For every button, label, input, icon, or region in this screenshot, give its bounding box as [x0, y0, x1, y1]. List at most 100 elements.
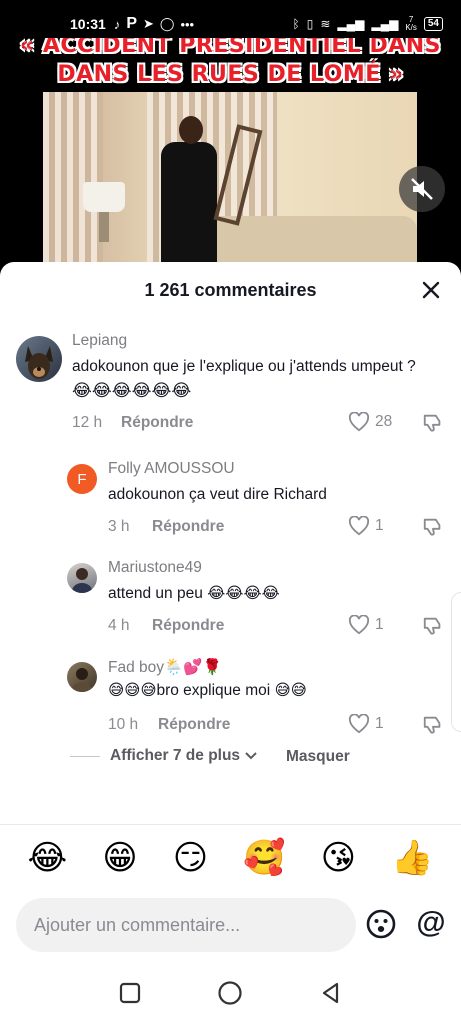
like-button[interactable]: 1: [348, 615, 384, 635]
emoji-picker-button[interactable]: [365, 908, 399, 942]
divider: [0, 824, 461, 825]
like-button[interactable]: 28: [348, 412, 392, 432]
close-icon: [422, 281, 440, 299]
like-count: 1: [375, 517, 384, 534]
thumbs-down-icon: [423, 414, 441, 432]
heart-icon: [348, 516, 370, 536]
comment-text: adokounon ça veut dire Richard: [108, 486, 327, 503]
comment-username[interactable]: Mariustone49: [108, 559, 202, 577]
video-caption: DANS LES RUES DE LOMÉ »: [57, 62, 404, 87]
recent-apps-button[interactable]: [114, 977, 146, 1009]
comment-time: 3 h: [108, 518, 130, 535]
like-button[interactable]: 1: [348, 516, 384, 536]
dog-avatar-icon: [25, 346, 53, 379]
comment-input[interactable]: [16, 898, 356, 952]
dislike-button[interactable]: [422, 412, 446, 436]
notification-icons: ♪ P ➤ ◯ •••: [114, 15, 194, 33]
comment-text: adokounon que je l'explique ou j'attends…: [72, 358, 416, 375]
home-button[interactable]: [214, 977, 246, 1009]
p-app-icon: P: [126, 15, 137, 32]
video-frame: [43, 92, 417, 278]
dislike-button[interactable]: [422, 615, 446, 639]
dislike-button[interactable]: [422, 516, 446, 540]
comment-username[interactable]: Lepiang: [72, 332, 127, 350]
quick-emoji-bar: 😂 😁 😏 🥰 😘 👍: [0, 838, 461, 878]
person-avatar-icon: [72, 668, 92, 692]
video-player[interactable]: « ACCIDENT PRÉSIDENTIEL DANS DANS LES RU…: [0, 38, 461, 278]
emoji-button[interactable]: 😏: [173, 838, 208, 878]
comment-text: attend un peu 😂😂😂😂: [108, 585, 280, 602]
person: [161, 142, 217, 278]
close-button[interactable]: [417, 276, 445, 304]
system-navigation-bar: [0, 962, 461, 1024]
person-head: [179, 116, 203, 144]
reply-button[interactable]: Répondre: [152, 617, 224, 635]
comment-time: 12 h: [72, 414, 103, 431]
back-button[interactable]: [315, 977, 347, 1009]
comment-emojis: 😂😂😂😂😂😂: [72, 381, 192, 400]
thumbs-down-icon: [423, 518, 441, 536]
reply-button[interactable]: Répondre: [152, 518, 224, 536]
curtain: [43, 92, 103, 262]
reply-button[interactable]: Répondre: [121, 414, 193, 432]
video-caption-top: « ACCIDENT PRÉSIDENTIEL DANS: [19, 38, 441, 54]
emoji-face-icon: [366, 909, 396, 939]
comment-time: 4 h: [108, 617, 130, 634]
show-more-label: Afficher 7 de plus: [110, 747, 241, 764]
like-count: 1: [375, 616, 384, 633]
lamp-base: [99, 212, 109, 242]
like-count: 28: [375, 413, 393, 430]
status-time: 10:31: [70, 16, 106, 32]
divider-line: [70, 755, 100, 757]
whatsapp-icon: ◯: [159, 16, 175, 31]
heart-icon: [348, 412, 370, 432]
lamp: [83, 182, 125, 212]
like-button[interactable]: 1: [348, 714, 384, 734]
comments-sheet: 1 261 commentaires Lepiang adokounon que…: [0, 262, 461, 1024]
comment-username[interactable]: Fad boy🌦️💕🌹: [108, 658, 222, 677]
wifi-icon: ≋: [320, 17, 331, 31]
mention-button[interactable]: @: [414, 906, 448, 940]
system-status-icons: ᛒ ▯ ≋ ▂▄▆ ▂▄▆ 7 K/s 54: [292, 15, 443, 32]
signal-icon: ▂▄▆: [337, 17, 365, 31]
emoji-button[interactable]: 😘: [321, 838, 356, 878]
square-icon: [120, 982, 141, 1004]
mute-button[interactable]: [399, 166, 445, 212]
reply-button[interactable]: Répondre: [158, 716, 230, 734]
bluetooth-icon: ᛒ: [292, 17, 300, 31]
scroll-indicator[interactable]: [451, 592, 461, 732]
avatar[interactable]: [67, 563, 97, 593]
emoji-button[interactable]: 👍: [391, 838, 433, 878]
comment-time: 10 h: [108, 716, 139, 733]
music-note-icon: ♪: [113, 16, 121, 32]
signal-2-icon: ▂▄▆: [371, 17, 399, 31]
thumbs-down-icon: [423, 716, 441, 734]
circle-icon: [218, 981, 243, 1005]
hide-replies-button[interactable]: Masquer: [286, 746, 350, 768]
emoji-button[interactable]: 😂: [28, 838, 68, 878]
emoji-button[interactable]: 😁: [102, 838, 137, 878]
show-more-replies-button[interactable]: Afficher 7 de plus: [70, 747, 258, 765]
comment-text: 😅😅😅bro explique moi 😅😅: [108, 682, 307, 699]
thumbs-down-icon: [423, 617, 441, 635]
speaker-muted-icon: [411, 178, 433, 200]
person-avatar-icon: [72, 568, 92, 593]
comment-username[interactable]: Folly AMOUSSOU: [108, 460, 235, 478]
comment-input-wrapper: [16, 898, 356, 952]
vibrate-icon: ▯: [306, 17, 314, 31]
more-dots-icon: •••: [180, 16, 195, 32]
heart-icon: [348, 714, 370, 734]
comments-count-title: 1 261 commentaires: [144, 280, 317, 300]
avatar[interactable]: F: [67, 464, 97, 494]
back-triangle-icon: [322, 982, 338, 1004]
avatar-letter: F: [77, 470, 87, 488]
heart-icon: [348, 615, 370, 635]
avatar[interactable]: [16, 336, 62, 382]
chevron-down-icon: [245, 752, 257, 760]
dislike-button[interactable]: [422, 714, 446, 738]
network-speed: 7 K/s: [405, 15, 417, 32]
avatar[interactable]: [67, 662, 97, 692]
battery-indicator: 54: [423, 17, 443, 31]
like-count: 1: [375, 715, 384, 732]
emoji-button[interactable]: 🥰: [243, 838, 285, 878]
